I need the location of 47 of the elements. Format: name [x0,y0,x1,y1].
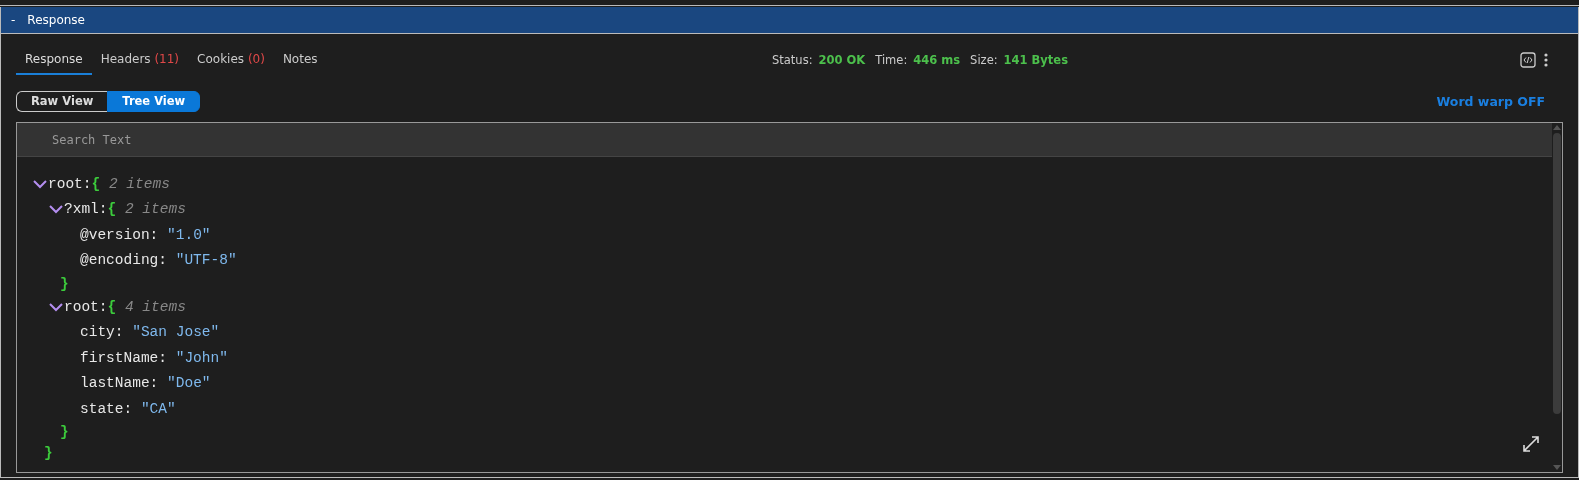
brace: } [44,445,53,461]
tree-value: "UTF-8" [175,252,237,269]
more-icon[interactable] [1544,52,1548,68]
status-value: 141 Bytes [1003,53,1068,67]
tree-key: firstName: [80,349,167,366]
item-count: 4 items [124,298,186,315]
view-toggle[interactable]: Raw View [16,90,108,112]
tree-value: "John" [175,349,228,366]
tab[interactable]: Response [16,45,92,75]
item-count: 2 items [124,201,186,218]
brace: { [107,298,117,315]
tab[interactable]: Cookies (0) [188,45,274,75]
brace: } [60,424,69,440]
brace: { [91,175,101,192]
search-field[interactable]: Search Text [17,123,1552,157]
tree-key: ?xml: [64,201,108,218]
code-icon[interactable] [1520,52,1536,68]
status-label: Size: [970,53,998,67]
tree-value: "CA" [140,400,176,417]
tree-key: city: [80,324,124,341]
tree-value: "Doe" [167,375,211,392]
tree-key: state: [80,400,133,417]
tree-key: @version: [80,226,159,243]
collapse-glyph[interactable]: - [11,13,16,27]
view-toggle[interactable]: Tree View [107,90,201,112]
chevron-icon[interactable] [48,300,64,313]
tree-key: lastName: [80,375,159,392]
status-label: Time: [875,53,908,67]
brace: } [60,275,69,292]
tab[interactable]: Notes [273,45,327,75]
panel-title: Response [27,13,85,27]
tab[interactable]: Headers (11) [91,45,189,75]
chevron-icon[interactable] [48,203,64,216]
status-value: 446 ms [913,53,961,67]
tree-key: root: [64,298,108,315]
status-value: 200 OK [818,53,866,67]
expand-icon[interactable] [1522,435,1540,453]
tree-value: "San Jose" [132,324,220,341]
word-wrap-link[interactable]: Word warp OFF [1436,93,1545,109]
tree-key: root: [48,175,92,192]
panel-header[interactable]: - Response [1,7,1578,34]
item-count: 2 items [108,175,170,192]
brace: { [107,201,117,218]
tree-key: @encoding: [80,252,167,269]
tree-value: "1.0" [167,226,211,243]
status-label: Status: [772,53,813,67]
chevron-icon[interactable] [32,177,48,190]
